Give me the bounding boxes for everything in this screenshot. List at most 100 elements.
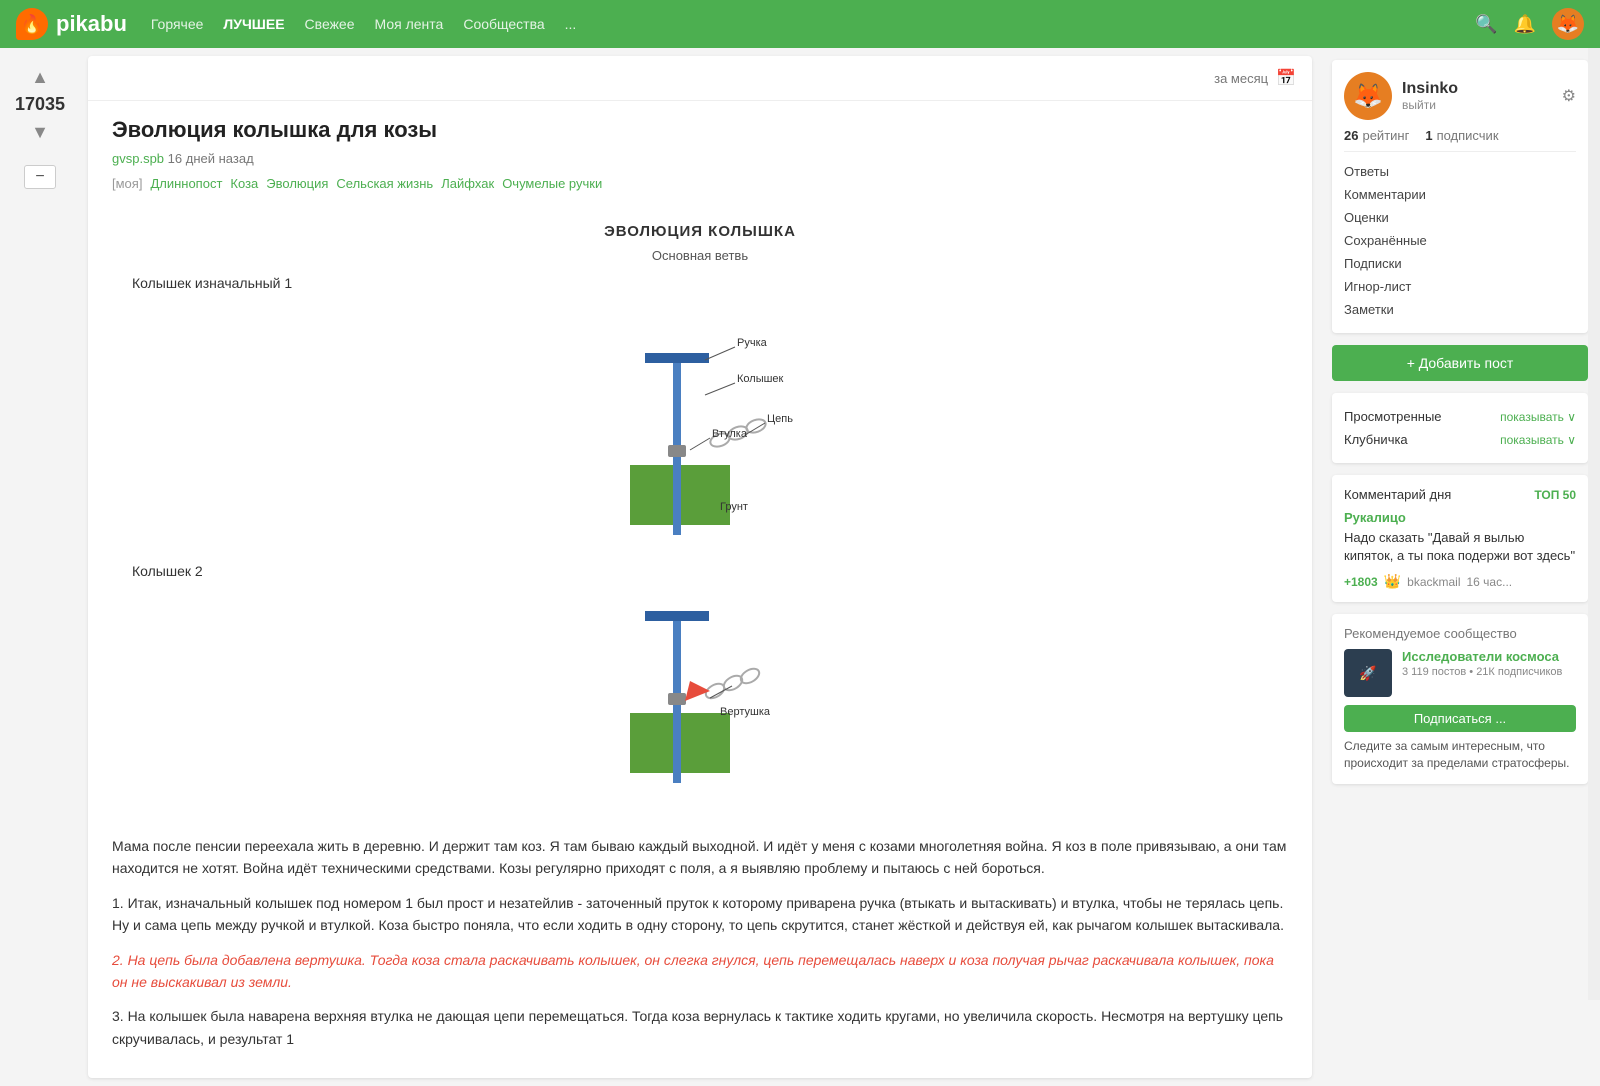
tag-hands[interactable]: Очумелые ручки <box>502 176 602 191</box>
recommend-title: Рекомендуемое сообщество <box>1344 626 1576 641</box>
comment-text: Надо сказать "Давай я вылью кипяток, а т… <box>1344 529 1576 565</box>
article-text-1: Мама после пенсии переехала жить в дерев… <box>112 835 1288 880</box>
diagram-subtitle: Основная ветвь <box>112 248 1288 263</box>
kolishek1-label: Колышек изначальный 1 <box>132 275 1288 291</box>
user-avatar: 🦊 <box>1344 72 1392 120</box>
nav-item-best[interactable]: ЛУЧШЕЕ <box>223 16 284 32</box>
minus-button[interactable]: − <box>24 165 56 189</box>
nav-item-hot[interactable]: Горячее <box>151 16 204 32</box>
svg-text:Колышек: Колышек <box>737 373 784 385</box>
article-text-3: 2. На цепь была добавлена вертушка. Тогд… <box>112 949 1288 994</box>
crown-icon: 👑 <box>1384 573 1401 590</box>
diagram2-svg: Вертушка <box>490 583 910 803</box>
logout-link[interactable]: выйти <box>1402 98 1458 112</box>
article-text-2: 1. Итак, изначальный колышек под номером… <box>112 892 1288 937</box>
article: Эволюция колышка для козы gvsp.spb 16 дн… <box>88 101 1312 1078</box>
scrollbar[interactable] <box>1588 48 1600 1000</box>
logo-icon: 🔥 <box>16 8 48 40</box>
top-bar: за месяц 📅 <box>88 56 1312 101</box>
tag-evolution[interactable]: Эволюция <box>266 176 328 191</box>
commenter-name[interactable]: Рукалицо <box>1344 510 1576 525</box>
svg-text:Втулка: Втулка <box>712 428 748 440</box>
article-date: 16 дней назад <box>168 151 254 166</box>
article-title: Эволюция колышка для козы <box>112 117 1288 143</box>
tag-rural[interactable]: Сельская жизнь <box>336 176 433 191</box>
recommend-section: Рекомендуемое сообщество 🚀 Исследователи… <box>1332 614 1588 784</box>
menu-subscriptions[interactable]: Подписки <box>1344 252 1576 275</box>
diagram-area: ЭВОЛЮЦИЯ КОЛЫШКА Основная ветвь Колышек … <box>112 207 1288 819</box>
article-meta: gvsp.spb 16 дней назад <box>112 151 1288 166</box>
tag-dlinnpost[interactable]: Длиннопост <box>150 176 222 191</box>
rating-label: рейтинг <box>1362 128 1409 143</box>
comment-of-day: Комментарий дня ТОП 50 Рукалицо Надо ска… <box>1332 475 1588 602</box>
nav: Горячее ЛУЧШЕЕ Свежее Моя лента Сообщест… <box>151 16 576 32</box>
nav-item-communities[interactable]: Сообщества <box>463 16 544 32</box>
header-right: 🔍 🔔 🦊 <box>1475 8 1584 40</box>
tag-koza[interactable]: Коза <box>230 176 258 191</box>
diagram1-svg: Ручка Колышек Цепь Втулка Грунт <box>490 295 910 555</box>
svg-text:Грунт: Грунт <box>720 501 748 513</box>
bell-icon[interactable]: 🔔 <box>1514 14 1536 35</box>
stat-rating: 26 рейтинг <box>1344 128 1409 143</box>
viewed-section: Просмотренные показывать ∨ Клубничка пок… <box>1332 393 1588 463</box>
subscribers-num: 1 <box>1425 128 1432 143</box>
viewed-row: Просмотренные показывать ∨ <box>1344 405 1576 428</box>
author-link[interactable]: gvsp.spb <box>112 151 164 166</box>
klybnichnka-label: Клубничка <box>1344 432 1408 447</box>
community-card: 🚀 Исследователи космоса 3 119 постов • 2… <box>1344 649 1576 697</box>
community-desc: Следите за самым интересным, что происхо… <box>1344 738 1576 772</box>
comment-time: 16 час... <box>1467 575 1513 589</box>
menu-notes[interactable]: Заметки <box>1344 298 1576 321</box>
comment-of-day-label: Комментарий дня <box>1344 487 1451 502</box>
diagram2-svg-wrap: Вертушка <box>112 583 1288 803</box>
search-icon[interactable]: 🔍 <box>1475 14 1497 35</box>
nav-item-more[interactable]: ... <box>565 16 577 32</box>
community-name[interactable]: Исследователи космоса <box>1402 649 1562 664</box>
comment-score: +1803 <box>1344 575 1378 589</box>
stat-subscribers: 1 подписчик <box>1425 128 1498 143</box>
subscribe-button[interactable]: Подписаться ... <box>1344 705 1576 732</box>
settings-icon[interactable]: ⚙ <box>1562 86 1576 106</box>
left-sidebar: ▲ 17035 ▼ − <box>0 48 80 1000</box>
vote-down-button[interactable]: ▼ <box>31 123 49 141</box>
svg-text:Вертушка: Вертушка <box>720 706 771 718</box>
menu-saved[interactable]: Сохранённые <box>1344 229 1576 252</box>
tag-moya[interactable]: [моя] <box>112 176 142 191</box>
right-sidebar: 🦊 Insinko выйти ⚙ 26 рейтинг 1 подписчик <box>1320 48 1600 1086</box>
top50-link[interactable]: ТОП 50 <box>1534 488 1576 502</box>
user-card-header: 🦊 Insinko выйти ⚙ <box>1344 72 1576 120</box>
user-card: 🦊 Insinko выйти ⚙ 26 рейтинг 1 подписчик <box>1332 60 1588 333</box>
klybnichnka-show[interactable]: показывать ∨ <box>1500 433 1576 447</box>
community-subscribers: 21К подписчиков <box>1476 666 1562 678</box>
article-text-4: 3. На колышек была наварена верхняя втул… <box>112 1005 1288 1050</box>
comment-meta: +1803 👑 bkackmail 16 час... <box>1344 573 1576 590</box>
nav-item-my-feed[interactable]: Моя лента <box>375 16 444 32</box>
menu-ignore[interactable]: Игнор-лист <box>1344 275 1576 298</box>
community-stats: 3 119 постов • 21К подписчиков <box>1402 666 1562 678</box>
menu-answers[interactable]: Ответы <box>1344 160 1576 183</box>
user-avatar-header[interactable]: 🦊 <box>1552 8 1584 40</box>
logo-text: pikabu <box>56 11 127 37</box>
nav-item-fresh[interactable]: Свежее <box>305 16 355 32</box>
header: 🔥 pikabu Горячее ЛУЧШЕЕ Свежее Моя лента… <box>0 0 1600 48</box>
svg-text:Цепь: Цепь <box>767 413 793 425</box>
subscribers-label: подписчик <box>1437 128 1499 143</box>
user-info: Insinko выйти <box>1402 80 1458 112</box>
kolishek2-label: Колышек 2 <box>132 563 1288 579</box>
user-name: Insinko <box>1402 80 1458 98</box>
menu-comments[interactable]: Комментарии <box>1344 183 1576 206</box>
comment-author2[interactable]: bkackmail <box>1407 575 1460 589</box>
diagram-title: ЭВОЛЮЦИЯ КОЛЫШКА <box>112 223 1288 240</box>
viewed-show[interactable]: показывать ∨ <box>1500 410 1576 424</box>
main-content: за месяц 📅 Эволюция колышка для козы gvs… <box>88 56 1312 1078</box>
diagram1-svg-wrap: Ручка Колышек Цепь Втулка Грунт <box>112 295 1288 555</box>
tag-lifehack[interactable]: Лайфхак <box>441 176 494 191</box>
add-post-button[interactable]: + Добавить пост <box>1332 345 1588 381</box>
period-label: за месяц <box>1214 71 1268 86</box>
menu-ratings[interactable]: Оценки <box>1344 206 1576 229</box>
community-info: Исследователи космоса 3 119 постов • 21К… <box>1402 649 1562 678</box>
vote-count: 17035 <box>15 94 65 115</box>
logo[interactable]: 🔥 pikabu <box>16 8 127 40</box>
calendar-icon[interactable]: 📅 <box>1276 68 1296 88</box>
vote-up-button[interactable]: ▲ <box>31 68 49 86</box>
